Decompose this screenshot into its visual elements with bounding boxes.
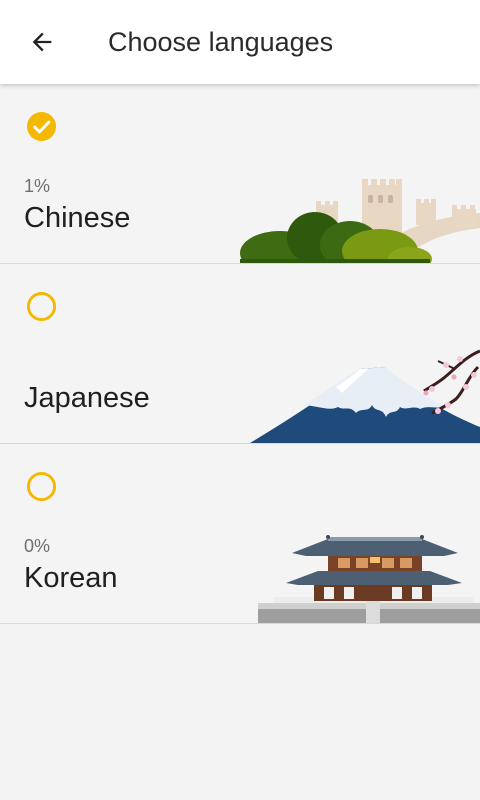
language-name: Korean xyxy=(24,562,118,594)
great-wall-illustration xyxy=(240,179,480,263)
language-progress: 0% xyxy=(24,536,51,556)
language-item-korean[interactable]: 0% Korean xyxy=(0,444,480,624)
language-item-chinese[interactable]: 1% Chinese xyxy=(0,84,480,264)
app-bar: Choose languages xyxy=(0,0,480,84)
language-name: Chinese xyxy=(24,202,131,234)
language-list: 1% Chinese Japanese 0% Korean xyxy=(0,84,480,624)
checked-circle-icon[interactable] xyxy=(26,111,57,142)
back-button[interactable] xyxy=(14,18,70,66)
arrow-left-icon xyxy=(32,32,52,52)
korean-palace-illustration xyxy=(258,535,480,623)
page-title: Choose languages xyxy=(108,27,334,57)
language-progress: 1% xyxy=(24,176,51,196)
mount-fuji-illustration xyxy=(250,349,480,443)
language-name: Japanese xyxy=(24,382,150,414)
empty-area xyxy=(0,624,480,800)
unchecked-circle-icon[interactable] xyxy=(26,471,57,502)
language-item-japanese[interactable]: Japanese xyxy=(0,264,480,444)
unchecked-circle-icon[interactable] xyxy=(26,291,57,322)
